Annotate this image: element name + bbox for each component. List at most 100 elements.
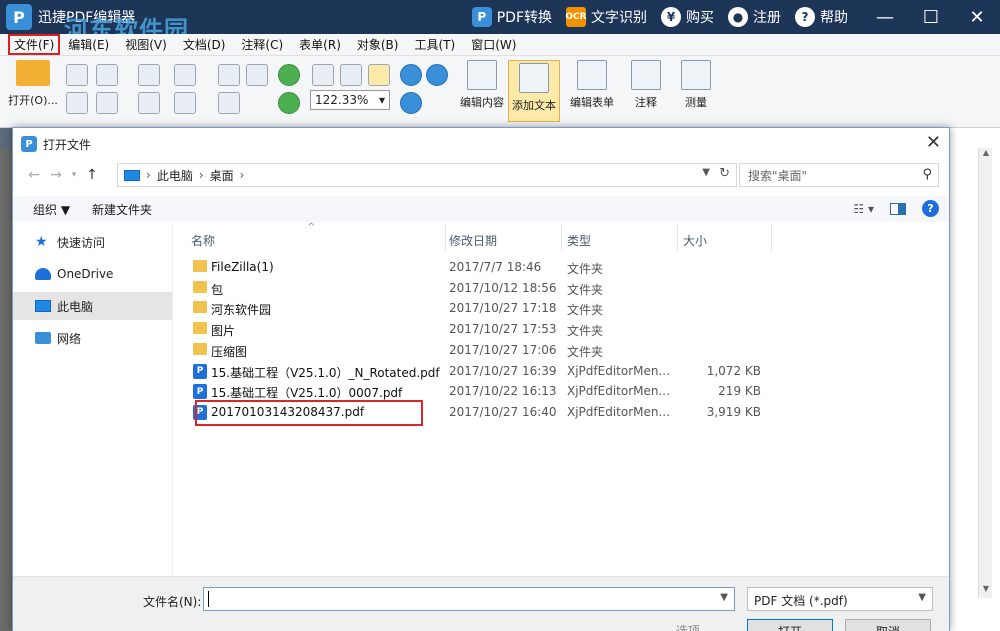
options-button[interactable]: 选项 <box>645 619 731 631</box>
breadcrumb-desktop[interactable]: 桌面 <box>210 167 234 184</box>
fit-page-icon[interactable] <box>340 64 362 86</box>
title-action-ocr[interactable]: OCR 文字识别 <box>565 7 647 27</box>
view-options-icon[interactable]: ☷ ▾ <box>853 202 874 216</box>
nav-item-2[interactable]: 此电脑 <box>13 292 172 320</box>
redo-icon[interactable] <box>174 92 196 114</box>
menu-item-8[interactable]: 窗口(W) <box>463 36 524 53</box>
zoom-in-icon[interactable] <box>400 92 422 114</box>
column-divider[interactable] <box>445 224 446 252</box>
back-icon[interactable] <box>138 64 160 86</box>
filename-input[interactable]: ▼ <box>203 587 735 611</box>
save-icon[interactable] <box>66 64 88 86</box>
file-date: 2017/10/12 18:56 <box>449 280 557 295</box>
file-row[interactable]: 图片 2017/10/27 17:53 文件夹 <box>183 320 783 340</box>
chevron-right-icon: › <box>239 168 245 182</box>
cancel-button[interactable]: 取消 <box>845 619 931 631</box>
nav-item-1[interactable]: OneDrive <box>13 260 172 288</box>
file-size: 1,072 KB <box>706 363 761 378</box>
file-list: ^ 名称 修改日期 类型 大小 FileZilla(1) 2017/7/7 18:… <box>183 222 949 576</box>
nav-item-0[interactable]: ★ 快速访问 <box>13 228 172 256</box>
forward-arrow-icon[interactable]: → <box>45 167 67 183</box>
title-action-pdf-convert[interactable]: P PDF转换 <box>471 7 552 27</box>
open-file-dialog: P 打开文件 ✕ ← → ▾ ↑ › 此电脑 › 桌面 › ▼ ↻ 搜索"桌面"… <box>12 127 950 631</box>
window-minimize-button[interactable]: — <box>862 0 908 34</box>
up-arrow-icon[interactable]: ↑ <box>81 167 103 183</box>
toolbar-button-4[interactable]: 测量 <box>670 60 722 110</box>
column-date[interactable]: 修改日期 <box>449 232 497 249</box>
file-row[interactable]: 压缩图 2017/10/27 17:06 文件夹 <box>183 341 783 361</box>
column-type[interactable]: 类型 <box>567 232 591 249</box>
print-icon[interactable] <box>96 64 118 86</box>
refresh-icon[interactable]: ↻ <box>719 166 730 181</box>
breadcrumb-this-pc[interactable]: 此电脑 <box>157 167 193 184</box>
rotate-ccw-icon[interactable] <box>278 92 300 114</box>
zoom-select[interactable]: 122.33% ▾ <box>310 90 390 110</box>
forward-icon[interactable] <box>138 92 160 114</box>
document-scrollbar[interactable]: ▲ ▼ <box>978 148 992 598</box>
window-maximize-button[interactable]: ☐ <box>908 0 954 34</box>
nav-item-label: OneDrive <box>57 267 114 281</box>
hand-tool-icon[interactable] <box>218 64 240 86</box>
column-divider[interactable] <box>677 224 678 252</box>
zoom-tool-icon[interactable] <box>400 64 422 86</box>
printer-icon[interactable] <box>66 92 88 114</box>
menu-item-6[interactable]: 对象(B) <box>349 36 407 53</box>
new-folder-button[interactable]: 新建文件夹 <box>92 201 152 218</box>
nav-item-3[interactable]: 网络 <box>13 324 172 352</box>
file-row[interactable]: P 15.基础工程（V25.1.0）_N_Rotated.pdf 2017/10/2… <box>183 362 783 382</box>
toolbar-button-3[interactable]: 注释 <box>620 60 672 110</box>
rotate-cw-icon[interactable] <box>278 64 300 86</box>
cloud-icon <box>35 268 51 280</box>
scroll-up-icon[interactable]: ▲ <box>979 148 993 162</box>
actual-size-icon[interactable] <box>312 64 334 86</box>
title-action-help[interactable]: ? 帮助 <box>795 7 848 27</box>
file-row[interactable]: FileZilla(1) 2017/7/7 18:46 文件夹 <box>183 258 783 278</box>
chevron-down-icon[interactable]: ▼ <box>720 592 728 603</box>
snapshot-icon[interactable] <box>218 92 240 114</box>
file-name: FileZilla(1) <box>211 260 274 274</box>
menu-item-5[interactable]: 表单(R) <box>291 36 349 53</box>
toolbar-button-1[interactable]: 添加文本 <box>508 60 560 122</box>
scroll-down-icon[interactable]: ▼ <box>979 584 993 598</box>
title-action-user[interactable]: ● 注册 <box>728 7 781 27</box>
column-size[interactable]: 大小 <box>683 232 707 249</box>
menu-item-4[interactable]: 注释(C) <box>233 36 291 53</box>
menu-item-1[interactable]: 编辑(E) <box>60 36 117 53</box>
menu-item-2[interactable]: 视图(V) <box>117 36 175 53</box>
fit-width-icon[interactable] <box>368 64 390 86</box>
back-arrow-icon[interactable]: ← <box>23 167 45 183</box>
toolbar-button-2[interactable]: 编辑表单 <box>566 60 618 110</box>
select-tool-icon[interactable] <box>246 64 268 86</box>
open-button[interactable]: 打开(O)... <box>6 60 60 108</box>
zoom-value: 122.33% <box>315 93 369 107</box>
file-type-select[interactable]: PDF 文档 (*.pdf) ▼ <box>747 587 933 611</box>
title-action-yen[interactable]: ¥ 购买 <box>661 7 714 27</box>
file-row[interactable]: 包 2017/10/12 18:56 文件夹 <box>183 279 783 299</box>
menu-item-3[interactable]: 文档(D) <box>175 36 234 53</box>
menu-item-7[interactable]: 工具(T) <box>406 36 463 53</box>
dialog-close-button[interactable]: ✕ <box>926 132 941 153</box>
address-bar[interactable]: › 此电脑 › 桌面 › ▼ ↻ <box>117 163 737 187</box>
zoom-out-icon[interactable] <box>426 64 448 86</box>
column-divider[interactable] <box>771 224 772 252</box>
app-logo-icon: P <box>6 4 32 30</box>
email-icon[interactable] <box>96 92 118 114</box>
nav-item-label: 此电脑 <box>57 299 94 314</box>
organize-button[interactable]: 组织 ▼ <box>33 201 70 218</box>
file-row[interactable]: 河东软件园 2017/10/27 17:18 文件夹 <box>183 299 783 319</box>
chevron-down-icon[interactable]: ▼ <box>702 167 710 178</box>
help-icon[interactable]: ? <box>922 200 939 217</box>
search-input[interactable]: 搜索"桌面" ⚲ <box>739 163 939 187</box>
undo-icon[interactable] <box>174 64 196 86</box>
filename-label: 文件名(N): <box>143 595 202 609</box>
preview-pane-icon[interactable] <box>890 202 906 215</box>
toolbar-button-0[interactable]: 编辑内容 <box>456 60 508 110</box>
column-name[interactable]: 名称 <box>191 232 215 249</box>
column-divider[interactable] <box>561 224 562 252</box>
open-file-button[interactable]: 打开 <box>747 619 833 631</box>
file-date: 2017/7/7 18:46 <box>449 260 542 274</box>
window-close-button[interactable]: ✕ <box>954 0 1000 34</box>
recent-dropdown-icon[interactable]: ▾ <box>67 170 81 180</box>
file-date: 2017/10/27 16:39 <box>449 363 557 378</box>
menu-item-0[interactable]: 文件(F) <box>8 34 61 55</box>
